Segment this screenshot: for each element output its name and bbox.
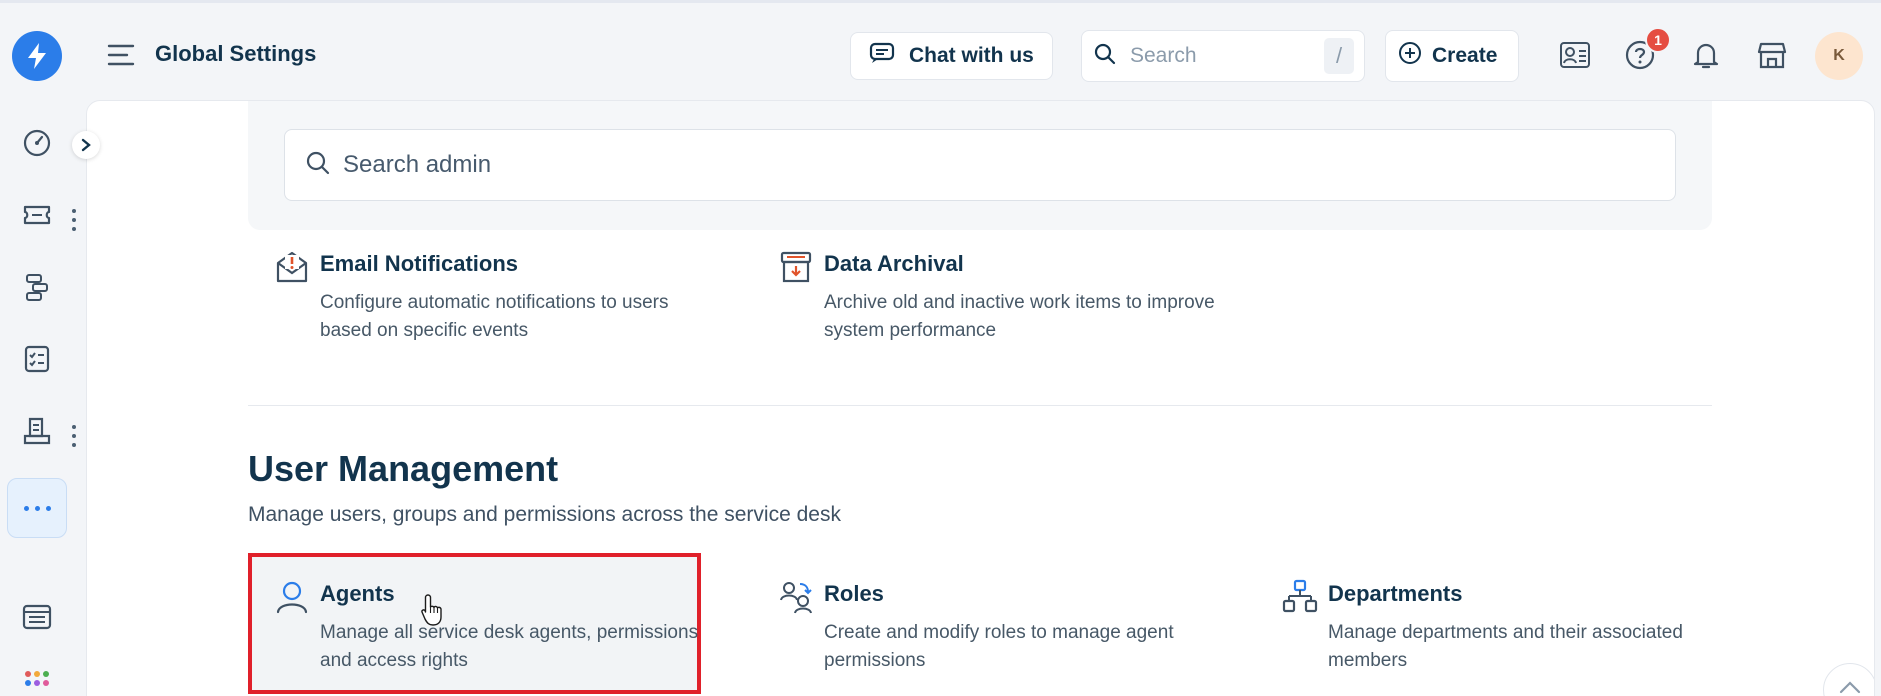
card-description: Create and modify roles to manage agent … [824, 622, 1174, 671]
agent-icon [274, 579, 310, 615]
card-title: Departments [1328, 581, 1463, 606]
chat-icon [869, 42, 895, 70]
create-button[interactable]: Create [1385, 30, 1519, 82]
data-archival-card[interactable]: Data Archival Archive old and inactive w… [778, 249, 1218, 349]
ticket-icon[interactable] [20, 198, 54, 232]
reports-icon[interactable] [20, 600, 54, 634]
chat-label: Chat with us [909, 44, 1034, 67]
freshservice-logo[interactable] [12, 31, 62, 81]
archive-icon [778, 249, 814, 285]
agents-card[interactable]: Agents Manage all service desk agents, p… [274, 579, 714, 679]
user-avatar[interactable]: K [1815, 32, 1863, 80]
email-notifications-card[interactable]: Email Notifications Configure automatic … [274, 249, 714, 349]
top-bar: Global Settings Chat with us Search / Cr… [0, 0, 1881, 102]
workflow-icon[interactable] [20, 270, 54, 304]
knowledge-base-more-options-icon[interactable] [70, 425, 78, 447]
left-navigation-rail [0, 102, 86, 696]
email-alert-icon [274, 249, 310, 285]
menu-icon[interactable] [107, 43, 135, 67]
card-description: Archive old and inactive work items to i… [824, 292, 1215, 341]
ticket-more-options-icon[interactable] [70, 209, 78, 231]
admin-search-placeholder: Search admin [343, 151, 492, 178]
bell-icon[interactable] [1689, 38, 1723, 72]
user-management-heading: User Management [248, 448, 559, 489]
dashboard-gauge-icon[interactable] [20, 126, 54, 160]
chevron-up-icon [1839, 680, 1861, 696]
plus-circle-icon [1398, 41, 1422, 71]
global-search-input[interactable]: Search / [1081, 30, 1365, 82]
section-divider [248, 405, 1712, 406]
card-title: Agents [320, 581, 395, 606]
hand-pointer-cursor-icon [420, 593, 446, 627]
expand-sidebar-chevron-icon[interactable] [72, 131, 100, 159]
knowledge-base-icon[interactable] [20, 414, 54, 448]
apps-grid-icon[interactable] [20, 666, 54, 696]
admin-content-panel: Search admin Email Notifications Configu… [86, 100, 1875, 696]
contact-card-icon[interactable] [1558, 38, 1592, 72]
departments-card[interactable]: Departments Manage departments and their… [1282, 579, 1722, 679]
checklist-icon[interactable] [20, 342, 54, 376]
search-shortcut-key: / [1324, 38, 1354, 74]
chat-with-us-button[interactable]: Chat with us [850, 32, 1053, 80]
admin-search-wrapper: Search admin [248, 101, 1712, 230]
card-title: Roles [824, 581, 884, 606]
admin-search-input[interactable]: Search admin [284, 129, 1676, 201]
search-placeholder: Search [1130, 44, 1197, 67]
roles-card[interactable]: Roles Create and modify roles to manage … [778, 579, 1218, 679]
create-label: Create [1432, 44, 1498, 67]
store-icon[interactable] [1755, 38, 1789, 72]
departments-icon [1282, 579, 1318, 615]
more-modules-button[interactable] [7, 478, 67, 538]
card-description: Manage departments and their associated … [1328, 622, 1683, 671]
user-management-description: Manage users, groups and permissions acr… [248, 503, 841, 526]
card-title: Email Notifications [320, 251, 519, 276]
card-title: Data Archival [824, 251, 964, 276]
help-notification-badge: 1 [1645, 27, 1671, 53]
search-icon [1094, 43, 1116, 70]
roles-icon [778, 579, 814, 615]
card-description: Configure automatic notifications to use… [320, 292, 669, 341]
card-description: Manage all service desk agents, permissi… [320, 622, 699, 671]
page-title: Global Settings [155, 41, 317, 66]
admin-search-icon [305, 150, 331, 181]
scroll-to-top-button[interactable] [1823, 663, 1874, 696]
